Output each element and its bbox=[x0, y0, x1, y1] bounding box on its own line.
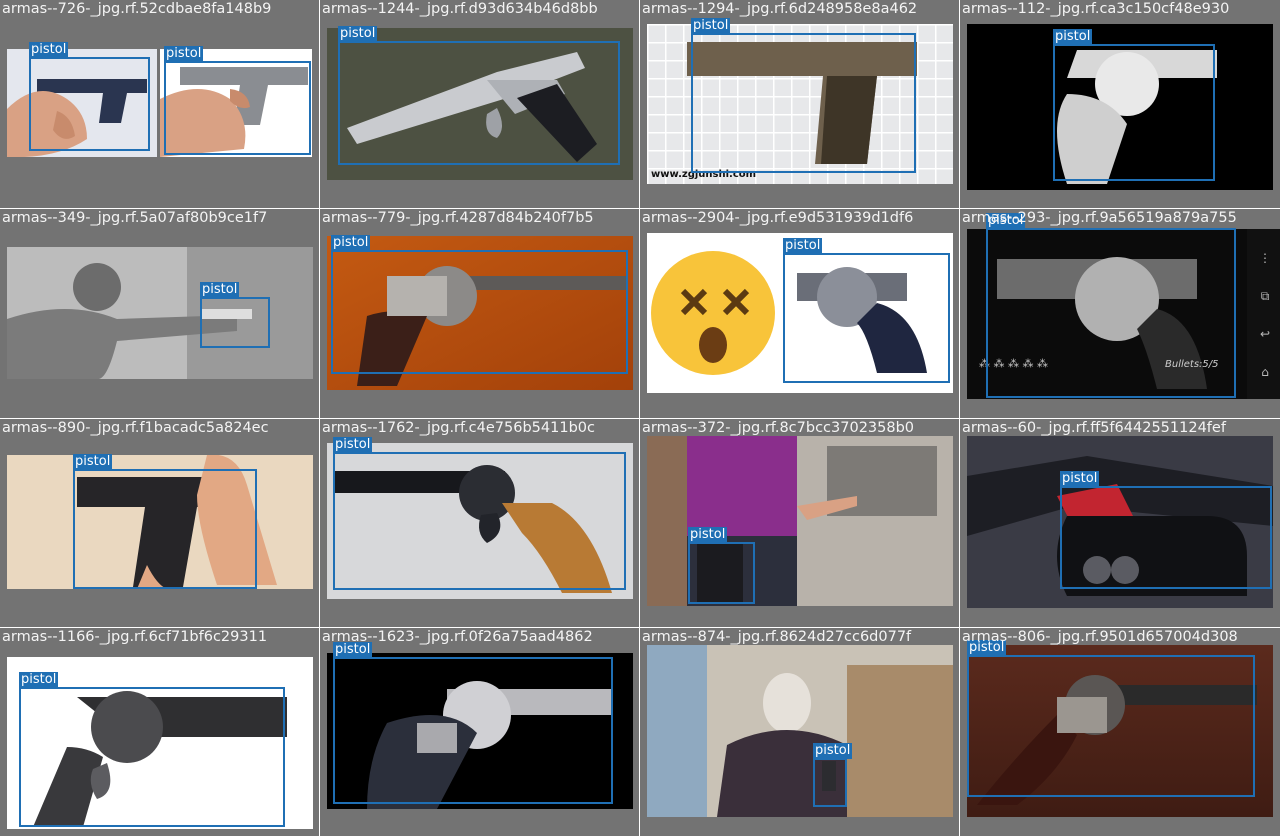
tile-title: armas--112-_jpg.rf.ca3c150cf48e930 bbox=[962, 1, 1230, 17]
bbox-pistol: pistol bbox=[986, 213, 1236, 398]
tile-0: armas--726-_jpg.rf.52cdbae8fa148b9 pisto… bbox=[0, 0, 319, 208]
bbox-label: pistol bbox=[164, 46, 204, 62]
bbox-pistol: pistol bbox=[333, 437, 626, 590]
bbox-label: pistol bbox=[200, 282, 240, 298]
bbox-label: pistol bbox=[1060, 471, 1100, 487]
tile-15: armas--806-_jpg.rf.9501d657004d308 pisto… bbox=[960, 628, 1280, 836]
tile-14: armas--874-_jpg.rf.8624d27cc6d077f pisto… bbox=[640, 628, 959, 836]
bbox-pistol: pistol bbox=[688, 527, 755, 604]
bbox-label: pistol bbox=[333, 437, 373, 453]
bbox-pistol: pistol bbox=[338, 26, 620, 165]
bbox-label: pistol bbox=[331, 235, 371, 251]
tile-9: armas--1762-_jpg.rf.c4e756b5411b0c pisto… bbox=[320, 419, 639, 627]
bbox-pistol: pistol bbox=[19, 672, 285, 827]
bbox-label: pistol bbox=[73, 454, 113, 470]
bbox-pistol: pistol bbox=[691, 18, 916, 173]
tile-13: armas--1623-_jpg.rf.0f26a75aad4862 pisto… bbox=[320, 628, 639, 836]
tile-title: armas--293-_jpg.rf.9a56519a879a755 bbox=[962, 210, 1237, 226]
bbox-pistol: pistol bbox=[1060, 471, 1272, 589]
bbox-pistol: pistol bbox=[1053, 29, 1215, 181]
tile-title: armas--806-_jpg.rf.9501d657004d308 bbox=[962, 629, 1238, 645]
tile-3: armas--112-_jpg.rf.ca3c150cf48e930 pisto… bbox=[960, 0, 1280, 208]
bbox-pistol: pistol bbox=[331, 235, 628, 374]
bbox-label: pistol bbox=[691, 18, 731, 34]
tile-title: armas--890-_jpg.rf.f1bacadc5a824ec bbox=[2, 420, 269, 436]
bbox-label: pistol bbox=[783, 238, 823, 254]
tile-title: armas--1623-_jpg.rf.0f26a75aad4862 bbox=[322, 629, 593, 645]
bbox-pistol: pistol bbox=[967, 640, 1255, 797]
tile-8: armas--890-_jpg.rf.f1bacadc5a824ec pisto… bbox=[0, 419, 319, 627]
tile-4: armas--349-_jpg.rf.5a07af80b9ce1f7 pisto… bbox=[0, 209, 319, 418]
bbox-pistol: pistol bbox=[333, 642, 613, 804]
tile-title: armas--349-_jpg.rf.5a07af80b9ce1f7 bbox=[2, 210, 268, 226]
bbox-label: pistol bbox=[813, 743, 853, 759]
tile-2: armas--1294-_jpg.rf.6d248958e8a462 www.z… bbox=[640, 0, 959, 208]
tile-11: armas--60-_jpg.rf.ff5f6442551124fef pist… bbox=[960, 419, 1280, 627]
tile-title: armas--779-_jpg.rf.4287d84b240f7b5 bbox=[322, 210, 594, 226]
tile-title: armas--1294-_jpg.rf.6d248958e8a462 bbox=[642, 1, 918, 17]
tile-title: armas--372-_jpg.rf.8c7bcc3702358b0 bbox=[642, 420, 915, 436]
bbox-label: pistol bbox=[19, 672, 59, 688]
bbox-label: pistol bbox=[1053, 29, 1093, 45]
tile-title: armas--2904-_jpg.rf.e9d531939d1df6 bbox=[642, 210, 914, 226]
tile-title: armas--1166-_jpg.rf.6cf71bf6c29311 bbox=[2, 629, 268, 645]
detection-mosaic: armas--726-_jpg.rf.52cdbae8fa148b9 pisto… bbox=[0, 0, 1280, 836]
bbox-pistol: pistol bbox=[783, 238, 950, 383]
bbox-label: pistol bbox=[688, 527, 728, 543]
tile-1: armas--1244-_jpg.rf.d93d634b46d8bb pisto… bbox=[320, 0, 639, 208]
bbox-pistol: pistol bbox=[200, 282, 270, 348]
tile-6: armas--2904-_jpg.rf.e9d531939d1df6 pisto… bbox=[640, 209, 959, 418]
bbox-pistol: pistol bbox=[73, 454, 257, 589]
tile-7: armas--293-_jpg.rf.9a56519a879a755 ⁂ ⁂ ⁂… bbox=[960, 209, 1280, 418]
tile-10: armas--372-_jpg.rf.8c7bcc3702358b0 pisto… bbox=[640, 419, 959, 627]
photo-masked-robber bbox=[647, 645, 953, 817]
tile-12: armas--1166-_jpg.rf.6cf71bf6c29311 pisto… bbox=[0, 628, 319, 836]
bbox-pistol: pistol bbox=[813, 743, 853, 807]
tile-title: armas--60-_jpg.rf.ff5f6442551124fef bbox=[962, 420, 1226, 436]
tile-5: armas--779-_jpg.rf.4287d84b240f7b5 pisto… bbox=[320, 209, 639, 418]
tile-title: armas--1244-_jpg.rf.d93d634b46d8bb bbox=[322, 1, 598, 17]
bbox-pistol: pistol bbox=[164, 46, 311, 155]
tile-title: armas--726-_jpg.rf.52cdbae8fa148b9 bbox=[2, 1, 272, 17]
bbox-pistol: pistol bbox=[29, 42, 150, 151]
bbox-label: pistol bbox=[338, 26, 378, 42]
bbox-label: pistol bbox=[29, 42, 69, 58]
android-nav-bar: ⋮⧉↩⌂≡ bbox=[1259, 251, 1271, 379]
tile-title: armas--874-_jpg.rf.8624d27cc6d077f bbox=[642, 629, 912, 645]
tile-title: armas--1762-_jpg.rf.c4e756b5411b0c bbox=[322, 420, 595, 436]
